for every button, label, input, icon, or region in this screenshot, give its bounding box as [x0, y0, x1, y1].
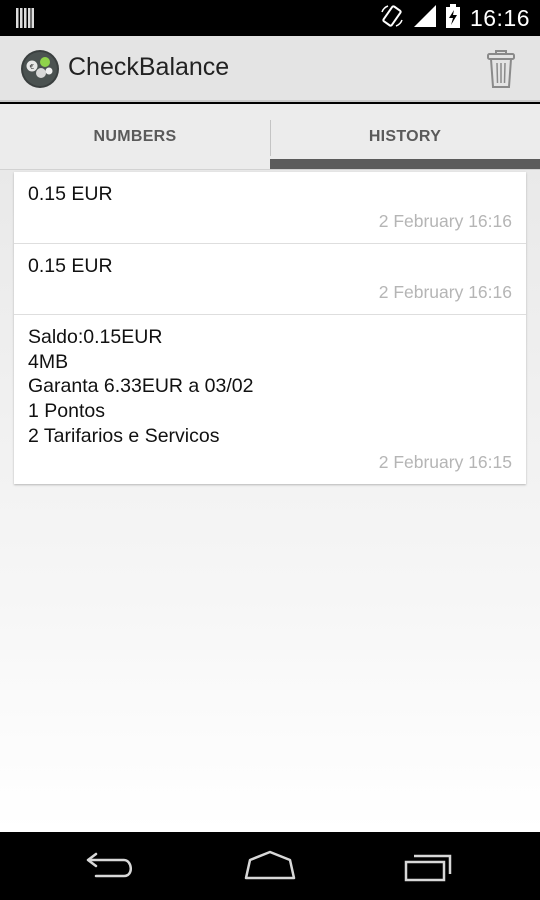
history-item-date: 2 February 16:15 — [378, 452, 512, 473]
battery-charging-icon — [445, 3, 460, 33]
notification-bars-icon — [16, 8, 34, 33]
history-item-text: 0.15 EUR — [28, 183, 113, 205]
checkbalance-app-icon: € — [20, 49, 60, 89]
tab-selected-indicator — [270, 159, 540, 169]
history-item-text: 0.15 EUR — [28, 254, 113, 277]
action-bar: € CheckBalance — [0, 36, 540, 102]
home-icon[interactable] — [240, 848, 300, 884]
navigation-bar — [0, 832, 540, 900]
status-time: 16:16 — [469, 4, 530, 31]
history-item[interactable]: 0.15 EUR 2 February 16:16 — [14, 172, 526, 244]
svg-text:€: € — [30, 63, 34, 71]
history-item-date: 2 February 16:16 — [378, 282, 512, 303]
recent-apps-icon[interactable] — [400, 848, 460, 884]
history-content: 0.15 EUR 2 February 16:16 0.15 EUR 2 Feb… — [0, 170, 540, 832]
tab-bar: NUMBERS HISTORY — [0, 104, 540, 170]
signal-icon — [413, 4, 436, 32]
tab-numbers[interactable]: NUMBERS — [0, 104, 270, 170]
trash-icon[interactable] — [484, 48, 518, 90]
back-icon[interactable] — [82, 848, 142, 884]
rotation-icon — [380, 4, 404, 33]
status-bar: 16:16 — [0, 0, 540, 36]
history-item-date: 2 February 16:16 — [378, 210, 512, 231]
history-item[interactable]: 0.15 EUR 2 February 16:16 — [14, 244, 526, 316]
history-item-text: Saldo:0.15EUR 4MB Garanta 6.33EUR a 03/0… — [28, 326, 254, 447]
history-list: 0.15 EUR 2 February 16:16 0.15 EUR 2 Feb… — [14, 172, 526, 485]
history-item[interactable]: Saldo:0.15EUR 4MB Garanta 6.33EUR a 03/0… — [14, 315, 526, 484]
app-title: CheckBalance — [68, 53, 230, 81]
